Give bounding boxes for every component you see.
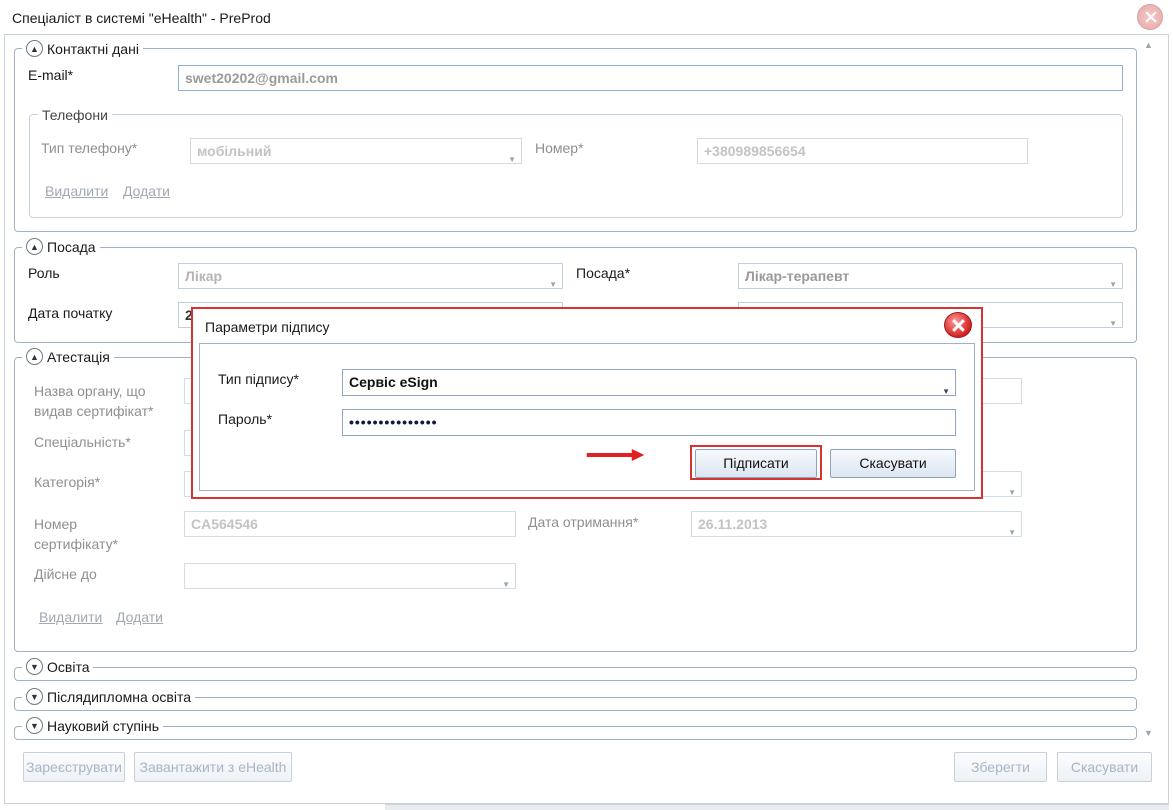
load-from-ehealth-button[interactable]: Завантажити з eHealth (134, 752, 292, 782)
cert-number-field[interactable]: CA564546 (184, 511, 516, 537)
cert-org-field-right[interactable] (980, 378, 1022, 404)
role-label: Роль (28, 265, 60, 281)
password-field[interactable]: ••••••••••••••• (342, 409, 956, 436)
attestation-group-header[interactable]: ▲ Атестація (22, 348, 114, 365)
valid-until-label: Дійсне до (34, 566, 97, 582)
collapse-icon[interactable]: ▲ (26, 40, 43, 57)
expand-icon[interactable]: ▼ (26, 688, 43, 705)
expand-icon[interactable]: ▼ (26, 717, 43, 734)
position-title: Посада (47, 238, 96, 255)
chevron-down-icon: ▼ (549, 280, 557, 289)
chevron-down-icon: ▼ (1109, 280, 1117, 289)
post-select[interactable]: Лікар-терапевт ▼ (738, 263, 1123, 289)
window-close-icon[interactable] (1137, 4, 1163, 30)
dialog-title: Параметри підпису (205, 319, 330, 335)
received-date-label: Дата отримання* (528, 514, 639, 530)
education-group (14, 667, 1137, 681)
position-group-header[interactable]: ▲ Посада (22, 238, 100, 255)
dialog-close-icon[interactable] (944, 312, 972, 338)
scroll-down-icon[interactable]: ▼ (1144, 728, 1153, 738)
dialog-body: Тип підпису* Сервіс eSign ▼ Пароль* •••••… (199, 343, 975, 491)
chevron-down-icon: ▼ (1008, 488, 1016, 497)
sign-type-select[interactable]: Сервіс eSign ▼ (342, 369, 956, 396)
sign-type-label: Тип підпису* (218, 371, 299, 387)
degree-title: Науковий ступінь (47, 717, 160, 734)
expand-icon[interactable]: ▼ (26, 658, 43, 675)
dialog-cancel-button[interactable]: Скасувати (830, 449, 956, 478)
scrollbar[interactable]: ▲ ▼ (1140, 40, 1158, 746)
chevron-down-icon: ▼ (502, 580, 510, 589)
postgrad-group-header[interactable]: ▼ Післядипломна освіта (22, 688, 196, 705)
sign-type-value: Сервіс eSign (349, 374, 438, 390)
email-field[interactable]: swet20202@gmail.com (178, 65, 1123, 91)
attestation-add-link[interactable]: Додати (116, 609, 163, 625)
education-group-header[interactable]: ▼ Освіта (22, 658, 94, 675)
degree-group (14, 726, 1137, 740)
chevron-down-icon: ▼ (1109, 319, 1117, 328)
phone-number-field[interactable]: +380989856654 (697, 138, 1028, 164)
received-date-value: 26.11.2013 (698, 516, 768, 532)
post-label: Посада* (576, 265, 631, 281)
specialty-label: Спеціальність* (34, 434, 131, 450)
postgrad-title: Післядипломна освіта (47, 688, 192, 705)
role-value: Лікар (185, 268, 223, 284)
cancel-button[interactable]: Скасувати (1057, 752, 1152, 782)
scroll-up-icon[interactable]: ▲ (1144, 40, 1153, 50)
chevron-down-icon: ▼ (508, 155, 516, 164)
role-select[interactable]: Лікар ▼ (178, 263, 563, 289)
register-button[interactable]: Зареєструвати (23, 752, 125, 782)
save-button[interactable]: Зберегти (954, 752, 1047, 782)
phone-delete-link[interactable]: Видалити (45, 183, 108, 199)
window-title: Спеціаліст в системі "eHealth" - PreProd (12, 10, 271, 26)
post-value: Лікар-терапевт (745, 268, 850, 284)
phone-type-select[interactable]: мобільний ▼ (190, 138, 522, 164)
attestation-delete-link[interactable]: Видалити (39, 609, 102, 625)
phones-title: Телефони (38, 107, 112, 123)
email-label: E-mail* (28, 67, 74, 83)
contacts-title: Контактні дані (47, 40, 139, 57)
status-strip (385, 804, 1169, 810)
phone-number-label: Номер* (535, 140, 584, 156)
valid-until-field[interactable]: ▼ (184, 563, 516, 589)
signature-dialog: Параметри підпису Тип підпису* Сервіс eS… (191, 307, 983, 499)
phone-type-value: мобільний (197, 143, 272, 159)
collapse-icon[interactable]: ▲ (26, 348, 43, 365)
chevron-down-icon: ▼ (942, 387, 950, 396)
collapse-icon[interactable]: ▲ (26, 238, 43, 255)
degree-group-header[interactable]: ▼ Науковий ступінь (22, 717, 164, 734)
phone-add-link[interactable]: Додати (123, 183, 170, 199)
category-label: Категорія* (34, 474, 101, 490)
education-title: Освіта (47, 658, 90, 675)
attestation-title: Атестація (47, 348, 110, 365)
cert-org-label: Назва органу, що видав сертифікат* (34, 383, 154, 419)
contacts-group-header[interactable]: ▲ Контактні дані (22, 40, 143, 57)
password-label: Пароль* (218, 411, 273, 427)
arrow-annotation-icon (586, 449, 645, 461)
cert-number-label: Номер сертифікату* (34, 516, 119, 552)
sign-button[interactable]: Підписати (695, 449, 817, 478)
chevron-down-icon: ▼ (1008, 528, 1016, 537)
phone-type-label: Тип телефону* (41, 140, 138, 156)
category-select-right[interactable]: ▼ (980, 471, 1022, 497)
phones-group (29, 114, 1123, 218)
start-date-label: Дата початку (28, 305, 113, 321)
received-date-field[interactable]: 26.11.2013 ▼ (691, 511, 1022, 537)
